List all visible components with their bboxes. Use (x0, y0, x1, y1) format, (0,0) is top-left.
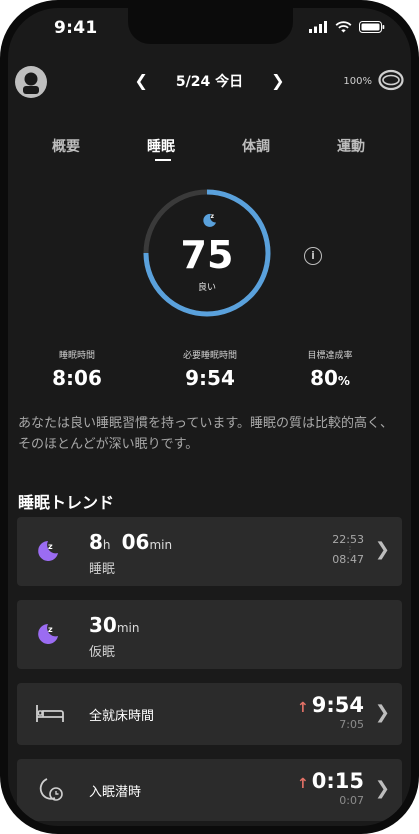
sleep-description: あなたは良い睡眠習慣を持っています。睡眠の質は比較的高く、そのほとんどが深い眠り… (18, 416, 394, 452)
date-label[interactable]: 5/24 今日 (176, 71, 243, 91)
chevron-right-icon: ❯ (374, 702, 390, 723)
moon-clock-icon (39, 778, 63, 801)
minutes-unit: min (149, 538, 173, 552)
battery-icon (359, 21, 385, 33)
info-icon[interactable]: i (304, 247, 322, 265)
metric-value: 9:54 (185, 366, 235, 390)
sleep-end-time: 08:47 (332, 553, 364, 566)
sleep-duration-card[interactable]: z 8h 06min 睡眠 22:53 ⋮ 08:47 ❯ (17, 517, 402, 586)
ring-icon[interactable] (378, 69, 404, 95)
metric-value: 80 (310, 366, 338, 390)
sleep-latency-card[interactable]: 入眠潜時 ↑ 0:15 0:07 ❯ (17, 759, 402, 821)
tab-exercise[interactable]: 運動 (337, 136, 365, 156)
ring-battery-percent: 100% (343, 76, 372, 87)
app-screen: 9:41 ❮ 5/24 今日 ❯ 100% 概要 睡眠 体調 運動 z 75 良… (8, 8, 411, 826)
metric-required-sleep: 必要睡眠時間 9:54 (145, 348, 275, 390)
phone-frame: 9:41 ❮ 5/24 今日 ❯ 100% 概要 睡眠 体調 運動 z 75 良… (0, 0, 419, 834)
nap-card-label: 仮眠 (89, 645, 116, 660)
chevron-left-icon[interactable]: ❮ (134, 73, 147, 89)
sleep-latency-previous: 0:07 (339, 794, 364, 807)
sleep-card-label: 睡眠 (89, 562, 116, 577)
sleep-score-value: 75 (180, 233, 234, 277)
sleep-trend-title: 睡眠トレンド (18, 493, 115, 512)
sleep-hours: 8 (89, 530, 103, 554)
trend-up-arrow: ↑ (297, 776, 309, 792)
time-in-bed-value: 9:54 (311, 693, 364, 717)
hours-unit: h (102, 538, 111, 552)
sleep-score-label: 良い (197, 283, 216, 293)
tab-bar: 概要 睡眠 体調 運動 (8, 133, 411, 163)
moon-sleep-icon: z (38, 541, 58, 561)
active-tab-indicator (155, 159, 171, 161)
time-in-bed-card[interactable]: 全就床時間 ↑ 9:54 7:05 ❯ (17, 683, 402, 745)
time-range-divider: ⋮ (346, 545, 354, 554)
sleep-latency-value: 0:15 (311, 769, 364, 793)
metric-label: 必要睡眠時間 (182, 351, 237, 361)
time-in-bed-label: 全就床時間 (89, 709, 155, 724)
chevron-right-icon[interactable]: ❯ (271, 73, 284, 89)
svg-text:z: z (211, 213, 215, 220)
tab-sleep[interactable]: 睡眠 (147, 136, 175, 156)
metric-value: 8:06 (52, 366, 102, 390)
nap-minutes: 30 (89, 613, 117, 637)
trend-up-arrow: ↑ (297, 700, 309, 716)
minutes-unit: min (116, 621, 140, 635)
time-in-bed-values: ↑ 9:54 7:05 (297, 693, 364, 731)
metric-label: 目標達成率 (307, 351, 353, 361)
svg-text:z: z (48, 542, 53, 551)
svg-text:z: z (48, 625, 53, 634)
metric-label: 睡眠時間 (58, 351, 95, 361)
sleep-time-range: 22:53 ⋮ 08:47 (332, 533, 364, 566)
metric-goal-rate: 目標達成率 80% (265, 348, 395, 390)
bed-icon (36, 705, 64, 722)
tab-overview[interactable]: 概要 (52, 136, 80, 156)
metric-sleep-time: 睡眠時間 8:06 (12, 348, 142, 390)
status-time: 9:41 (54, 18, 98, 38)
moon-icon: z (203, 213, 216, 227)
notch (128, 8, 293, 44)
nap-card[interactable]: z 30min 仮眠 (17, 600, 402, 669)
sleep-latency-values: ↑ 0:15 0:07 (297, 769, 364, 807)
tab-condition[interactable]: 体調 (242, 136, 270, 156)
chevron-right-icon: ❯ (374, 539, 390, 560)
chevron-right-icon: ❯ (374, 778, 390, 799)
wifi-icon (335, 21, 352, 33)
sleep-minutes: 06 (121, 530, 150, 554)
signal-icon (309, 21, 327, 33)
sleep-latency-label: 入眠潜時 (89, 785, 142, 800)
time-in-bed-previous: 7:05 (339, 718, 364, 731)
status-icons (309, 21, 385, 33)
moon-nap-icon: z (38, 624, 58, 644)
metric-unit: % (337, 374, 350, 388)
